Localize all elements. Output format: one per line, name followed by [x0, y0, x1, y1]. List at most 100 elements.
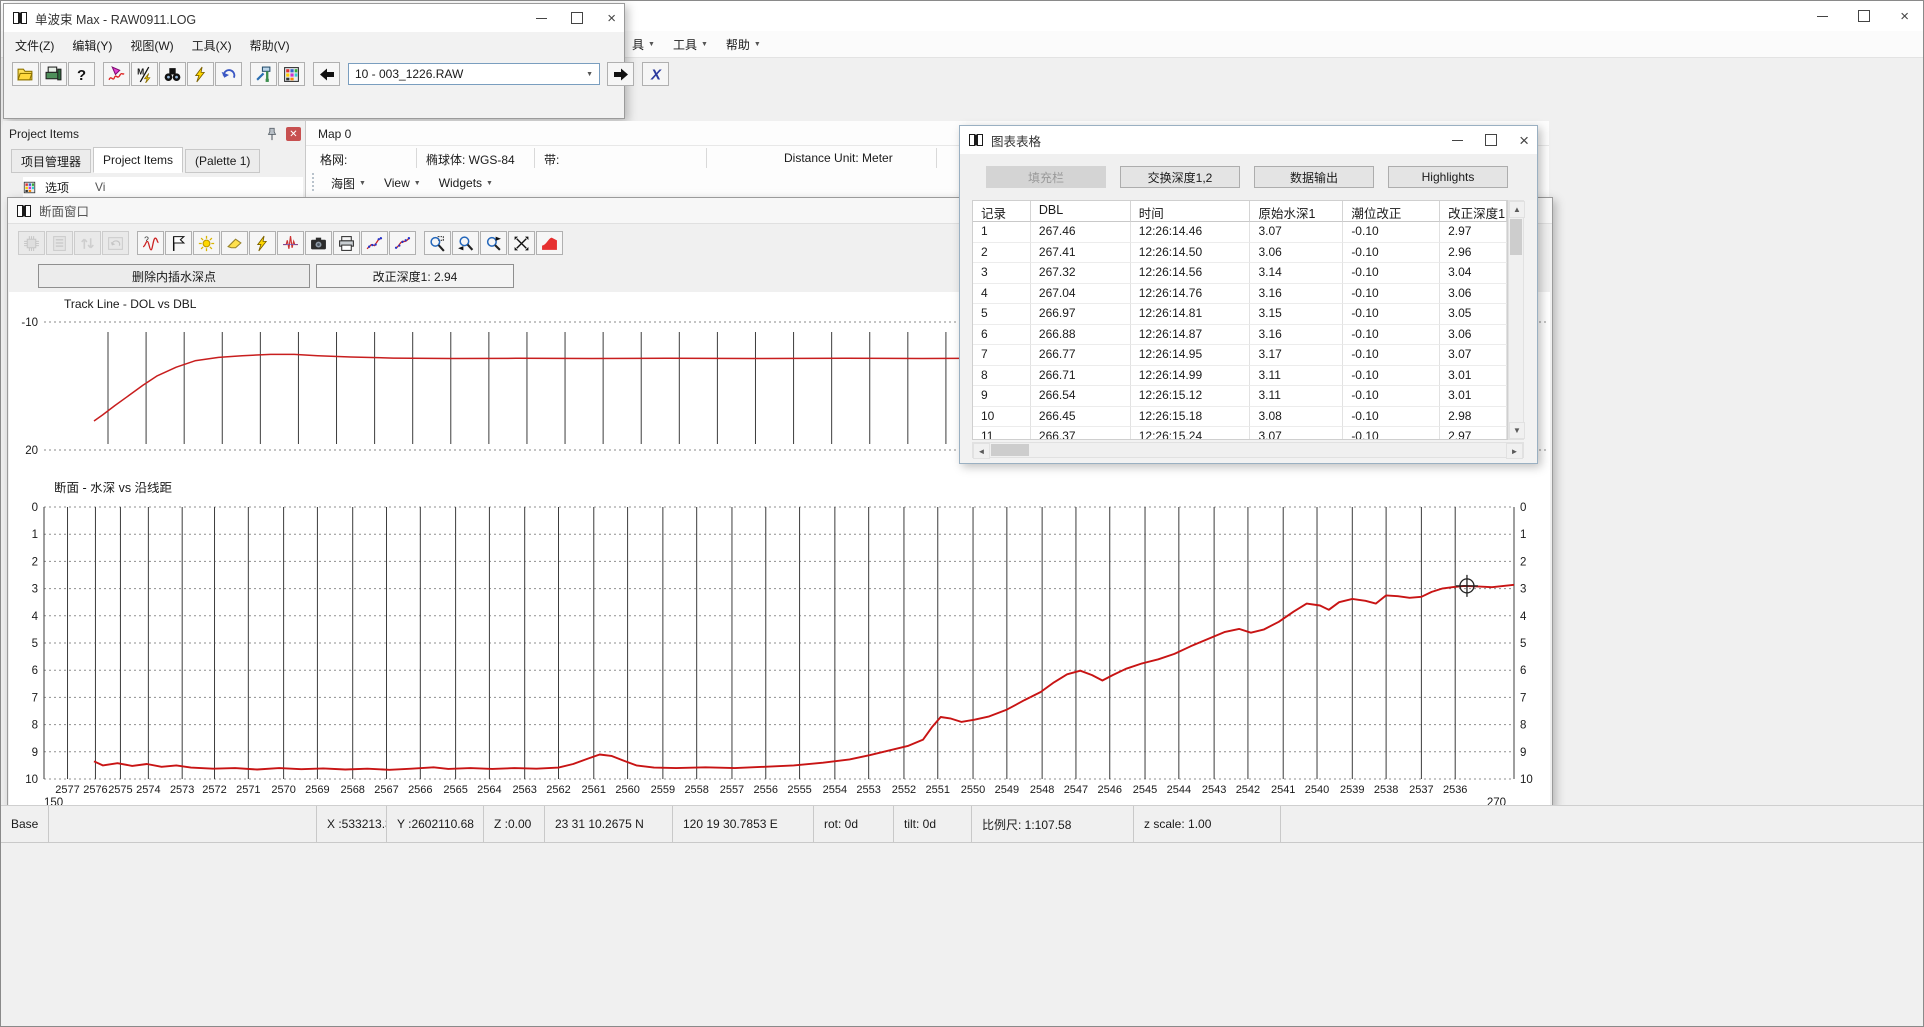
spike-filter-button[interactable] — [277, 231, 304, 255]
tab-Project Items[interactable]: Project Items — [93, 147, 183, 173]
table-row[interactable]: 9266.5412:26:15.123.11-0.103.01 — [973, 386, 1507, 407]
zoom-window-button[interactable] — [424, 231, 451, 255]
eraser-button[interactable] — [221, 231, 248, 255]
drag-handle[interactable] — [312, 173, 317, 191]
svg-text:5: 5 — [1520, 638, 1526, 650]
area-fill-button[interactable] — [536, 231, 563, 255]
svg-text:2559: 2559 — [651, 784, 675, 796]
menu-item[interactable]: 编辑(Y) — [63, 32, 121, 58]
minimize-icon[interactable] — [1817, 16, 1828, 17]
maximize-icon[interactable] — [1485, 134, 1497, 146]
scroll-right-icon[interactable]: ► — [1506, 443, 1523, 459]
maximize-icon[interactable] — [571, 12, 583, 24]
close-icon[interactable]: × — [1900, 9, 1909, 24]
scroll-up-icon[interactable]: ▲ — [1509, 201, 1525, 218]
zoom-extent-button[interactable] — [508, 231, 535, 255]
lightning-button[interactable] — [187, 62, 214, 86]
raw-file-select[interactable]: 10 - 003_1226.RAW ▼ — [348, 63, 600, 85]
table-button-交换深度1,2[interactable]: 交换深度1,2 — [1120, 166, 1240, 188]
horizontal-scrollbar[interactable]: ◄ ► — [972, 442, 1524, 458]
next-line-button[interactable] — [607, 62, 634, 86]
table-row[interactable]: 7266.7712:26:14.953.17-0.103.07 — [973, 345, 1507, 366]
help-button[interactable]: ? — [68, 62, 95, 86]
color-matrix-button[interactable] — [278, 62, 305, 86]
zoom-next-button[interactable] — [480, 231, 507, 255]
previous-line-button[interactable] — [313, 62, 340, 86]
vertical-scrollbar[interactable]: ▲ ▼ — [1508, 200, 1524, 440]
brightness-button[interactable] — [193, 231, 220, 255]
table-cell: 4 — [973, 284, 1031, 305]
scroll-left-icon[interactable]: ◄ — [973, 443, 990, 459]
svg-text:2550: 2550 — [961, 784, 985, 796]
horizontal-scroll-thumb[interactable] — [991, 444, 1029, 456]
chart-edit-1-button[interactable] — [361, 231, 388, 255]
table-row[interactable]: 6266.8812:26:14.873.16-0.103.06 — [973, 325, 1507, 346]
zoom-next-icon — [485, 235, 502, 252]
table-row[interactable]: 11266.3712:26:15.243.07-0.102.97 — [973, 427, 1507, 440]
zoom-prev-button[interactable] — [452, 231, 479, 255]
camera-button[interactable] — [305, 231, 332, 255]
printer-button[interactable] — [333, 231, 360, 255]
section-depth-chart[interactable]: 断面 - 水深 vs 沿线距00112233445566778899101025… — [8, 482, 1552, 808]
vertical-scroll-thumb[interactable] — [1510, 219, 1522, 255]
corrected-depth-button[interactable]: 改正深度1: 2.94 — [316, 264, 514, 288]
menu-item[interactable]: 具▼ — [623, 32, 664, 56]
map-menubar: 海图▼View▼Widgets▼ — [322, 171, 502, 195]
svg-text:2572: 2572 — [202, 784, 226, 796]
pin-icon[interactable] — [265, 127, 281, 141]
menu-item[interactable]: 视图(W) — [121, 32, 182, 58]
svg-text:2576: 2576 — [83, 784, 107, 796]
svg-text:2537: 2537 — [1409, 784, 1433, 796]
table-row[interactable]: 2267.4112:26:14.503.06-0.102.96 — [973, 243, 1507, 264]
tab-项目管理器[interactable]: 项目管理器 — [11, 149, 91, 173]
table-row[interactable]: 5266.9712:26:14.813.15-0.103.05 — [973, 304, 1507, 325]
menu-item[interactable]: Widgets▼ — [430, 171, 502, 195]
chart-edit-2-button[interactable] — [389, 231, 416, 255]
minimize-icon[interactable] — [536, 18, 547, 19]
svg-text:2558: 2558 — [684, 784, 708, 796]
project-tree-partial[interactable]: 选项 Vi — [23, 177, 303, 197]
binoculars-button[interactable] — [159, 62, 186, 86]
menu-item[interactable]: 文件(Z) — [6, 32, 63, 58]
menu-item[interactable]: 海图▼ — [322, 171, 375, 195]
annotation-bolt-button[interactable]: M — [131, 62, 158, 86]
undo-icon — [220, 66, 237, 83]
minimize-icon[interactable] — [1452, 140, 1463, 141]
close-icon[interactable]: × — [1519, 132, 1529, 149]
flag-button[interactable] — [165, 231, 192, 255]
query-depth-button[interactable]: ? — [137, 231, 164, 255]
svg-text:3: 3 — [32, 584, 38, 596]
undo-button[interactable] — [215, 62, 242, 86]
menu-item[interactable]: 工具(X) — [183, 32, 241, 58]
table-cell: 2.97 — [1440, 427, 1507, 440]
menu-item[interactable]: 帮助▼ — [717, 32, 770, 56]
table-cell: -0.10 — [1343, 427, 1440, 440]
open-folder-button[interactable] — [12, 62, 39, 86]
table-row[interactable]: 3267.3212:26:14.563.14-0.103.04 — [973, 263, 1507, 284]
close-line-button[interactable]: X — [642, 62, 669, 86]
table-button-数据输出[interactable]: 数据输出 — [1254, 166, 1374, 188]
table-row[interactable]: 8266.7112:26:14.993.11-0.103.01 — [973, 366, 1507, 387]
tab-(Palette 1)[interactable]: (Palette 1) — [185, 149, 260, 173]
table-row[interactable]: 1267.4612:26:14.463.07-0.102.97 — [973, 222, 1507, 243]
table-row[interactable]: 10266.4512:26:15.183.08-0.102.98 — [973, 407, 1507, 428]
scroll-down-icon[interactable]: ▼ — [1509, 422, 1525, 439]
lightning-button[interactable] — [249, 231, 276, 255]
close-panel-button[interactable]: ✕ — [286, 127, 301, 141]
maximize-icon[interactable] — [1858, 10, 1870, 22]
chart-table-titlebar[interactable]: 图表表格 × — [960, 126, 1537, 154]
zoom-extent-icon — [513, 235, 530, 252]
profile-window-title: 断面窗口 — [39, 201, 89, 220]
sounding-beam-button[interactable] — [103, 62, 130, 86]
delete-interpolated-depth-button[interactable]: 删除内插水深点 — [38, 264, 310, 288]
table-row[interactable]: 4267.0412:26:14.763.16-0.103.06 — [973, 284, 1507, 305]
print-manager-button[interactable] — [40, 62, 67, 86]
tools-button[interactable] — [250, 62, 277, 86]
menu-item[interactable]: 帮助(V) — [241, 32, 299, 58]
menu-item[interactable]: View▼ — [375, 171, 430, 195]
menu-item[interactable]: 工具▼ — [664, 32, 717, 56]
close-icon[interactable]: × — [607, 11, 616, 26]
table-button-Highlights[interactable]: Highlights — [1388, 166, 1508, 188]
status-segment-10: z scale: 1.00 — [1134, 806, 1281, 842]
app-window-titlebar[interactable]: 单波束 Max - RAW0911.LOG × — [4, 4, 624, 32]
